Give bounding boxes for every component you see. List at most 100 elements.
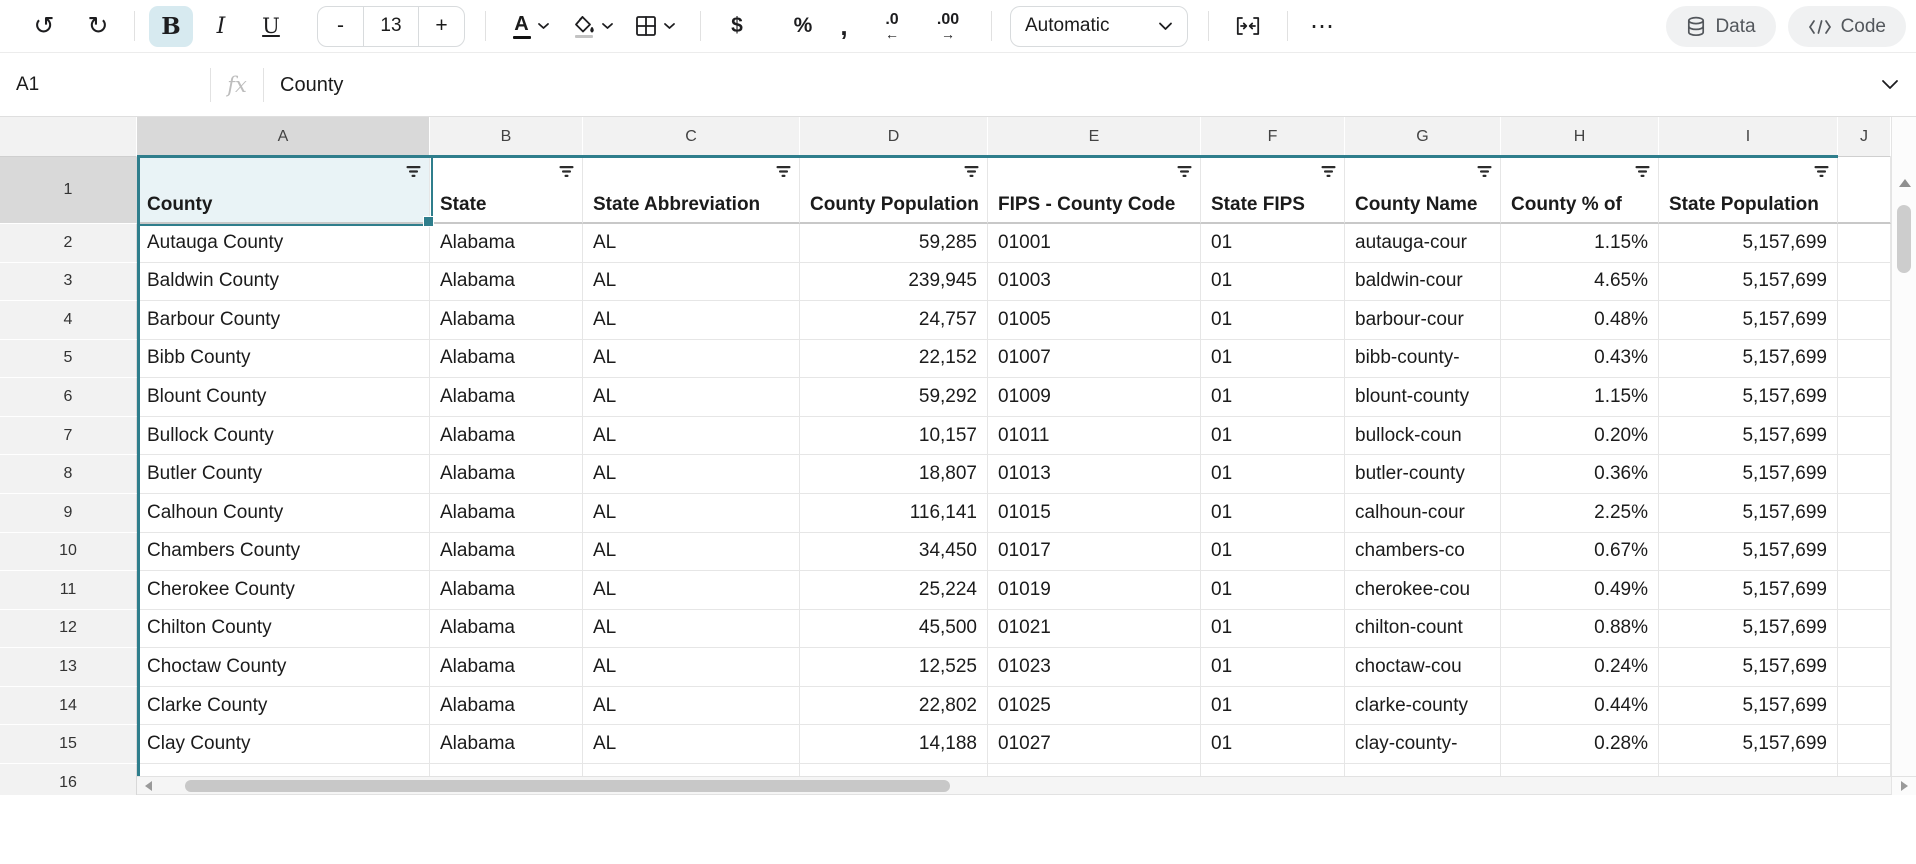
row-header-7[interactable]: 7	[0, 417, 137, 456]
cell[interactable]: 59,285	[800, 224, 988, 263]
font-size-value[interactable]: 13	[363, 7, 419, 46]
underline-button[interactable]: U	[249, 6, 293, 47]
cell[interactable]: Alabama	[430, 378, 583, 417]
cell[interactable]: 0.88%	[1501, 610, 1659, 649]
cell[interactable]: Barbour County	[137, 301, 430, 340]
cell[interactable]: 5,157,699	[1659, 417, 1838, 456]
column-header-F[interactable]: F	[1201, 117, 1345, 157]
filter-icon[interactable]	[406, 165, 421, 183]
header-cell[interactable]: County % of	[1501, 157, 1659, 224]
cell[interactable]: Alabama	[430, 417, 583, 456]
cell[interactable]: 01005	[988, 301, 1201, 340]
text-color-button[interactable]: A	[504, 6, 558, 47]
cell[interactable]: 0.20%	[1501, 417, 1659, 456]
cell[interactable]: 01007	[988, 340, 1201, 379]
row-header-1[interactable]: 1	[0, 157, 137, 224]
increase-font-size-button[interactable]: +	[419, 7, 464, 46]
formula-input[interactable]: County	[280, 74, 1916, 97]
cell[interactable]: Alabama	[430, 725, 583, 764]
cell[interactable]: 24,757	[800, 301, 988, 340]
cell[interactable]: 5,157,699	[1659, 378, 1838, 417]
cell[interactable]: AL	[583, 610, 800, 649]
cell[interactable]: 01013	[988, 455, 1201, 494]
cell[interactable]: 12,525	[800, 648, 988, 687]
header-cell[interactable]: County Name	[1345, 157, 1501, 224]
cell[interactable]: bullock-coun	[1345, 417, 1501, 456]
row-header-13[interactable]: 13	[0, 648, 137, 687]
cell[interactable]: 01011	[988, 417, 1201, 456]
row-header-3[interactable]: 3	[0, 263, 137, 302]
cell[interactable]: Alabama	[430, 455, 583, 494]
cell[interactable]	[1838, 417, 1891, 456]
column-header-E[interactable]: E	[988, 117, 1201, 157]
row-header-6[interactable]: 6	[0, 378, 137, 417]
cell[interactable]: Alabama	[430, 687, 583, 726]
cell[interactable]: 5,157,699	[1659, 610, 1838, 649]
cell[interactable]: AL	[583, 648, 800, 687]
cell[interactable]: Alabama	[430, 224, 583, 263]
filter-icon[interactable]	[1635, 165, 1650, 183]
filter-icon[interactable]	[559, 165, 574, 183]
cell[interactable]	[1838, 224, 1891, 263]
cell[interactable]: AL	[583, 340, 800, 379]
cell[interactable]: 25,224	[800, 571, 988, 610]
cell[interactable]: 5,157,699	[1659, 494, 1838, 533]
row-header-8[interactable]: 8	[0, 455, 137, 494]
bold-button[interactable]: B	[149, 6, 193, 47]
header-cell[interactable]: County	[137, 157, 430, 224]
code-button[interactable]: Code	[1788, 6, 1906, 47]
cell[interactable]: choctaw-cou	[1345, 648, 1501, 687]
cell[interactable]	[1838, 301, 1891, 340]
cell[interactable]: AL	[583, 494, 800, 533]
column-header-C[interactable]: C	[583, 117, 800, 157]
increase-decimals-button[interactable]: .00→	[923, 6, 973, 47]
scroll-up-arrow-icon[interactable]	[1899, 179, 1911, 187]
data-button[interactable]: Data	[1666, 6, 1775, 47]
row-header-16[interactable]: 16	[0, 764, 137, 795]
cell[interactable]: 239,945	[800, 263, 988, 302]
redo-button[interactable]: ↻	[76, 6, 120, 47]
cell[interactable]: 01023	[988, 648, 1201, 687]
cell[interactable]: Alabama	[430, 648, 583, 687]
row-header-12[interactable]: 12	[0, 610, 137, 649]
cell[interactable]: 45,500	[800, 610, 988, 649]
cell[interactable]: 5,157,699	[1659, 224, 1838, 263]
cell[interactable]: 0.43%	[1501, 340, 1659, 379]
scroll-right-arrow-icon[interactable]	[1901, 781, 1908, 791]
decrease-font-size-button[interactable]: -	[318, 7, 363, 46]
column-header-G[interactable]: G	[1345, 117, 1501, 157]
cell[interactable]: 14,188	[800, 725, 988, 764]
fill-handle[interactable]	[423, 216, 434, 227]
row-header-9[interactable]: 9	[0, 494, 137, 533]
undo-button[interactable]: ↺	[22, 6, 66, 47]
cell[interactable]	[1838, 687, 1891, 726]
cell[interactable]: 01	[1201, 340, 1345, 379]
vertical-scrollbar[interactable]	[1891, 117, 1916, 795]
more-options-button[interactable]: ⋯	[1300, 6, 1346, 47]
cell[interactable]: 34,450	[800, 533, 988, 572]
cell[interactable]: Clay County	[137, 725, 430, 764]
horizontal-scrollbar[interactable]	[137, 776, 1891, 795]
cell[interactable]	[1838, 494, 1891, 533]
cell[interactable]: AL	[583, 224, 800, 263]
cell[interactable]	[1838, 340, 1891, 379]
row-header-5[interactable]: 5	[0, 340, 137, 379]
cell[interactable]: AL	[583, 301, 800, 340]
cell[interactable]: Baldwin County	[137, 263, 430, 302]
cell[interactable]: 0.49%	[1501, 571, 1659, 610]
cell[interactable]: AL	[583, 263, 800, 302]
cell[interactable]: 01	[1201, 455, 1345, 494]
filter-icon[interactable]	[1321, 165, 1336, 183]
cell[interactable]: 116,141	[800, 494, 988, 533]
header-cell-empty[interactable]	[1838, 157, 1891, 224]
cell[interactable]: AL	[583, 417, 800, 456]
cell[interactable]	[1838, 378, 1891, 417]
cell[interactable]: 10,157	[800, 417, 988, 456]
cell[interactable]: 18,807	[800, 455, 988, 494]
cell[interactable]: 5,157,699	[1659, 301, 1838, 340]
formula-bar-expand-chevron-icon[interactable]	[1880, 78, 1900, 91]
header-cell[interactable]: State Abbreviation	[583, 157, 800, 224]
cell[interactable]: 0.28%	[1501, 725, 1659, 764]
cell[interactable]: autauga-cour	[1345, 224, 1501, 263]
cell[interactable]: 01	[1201, 533, 1345, 572]
